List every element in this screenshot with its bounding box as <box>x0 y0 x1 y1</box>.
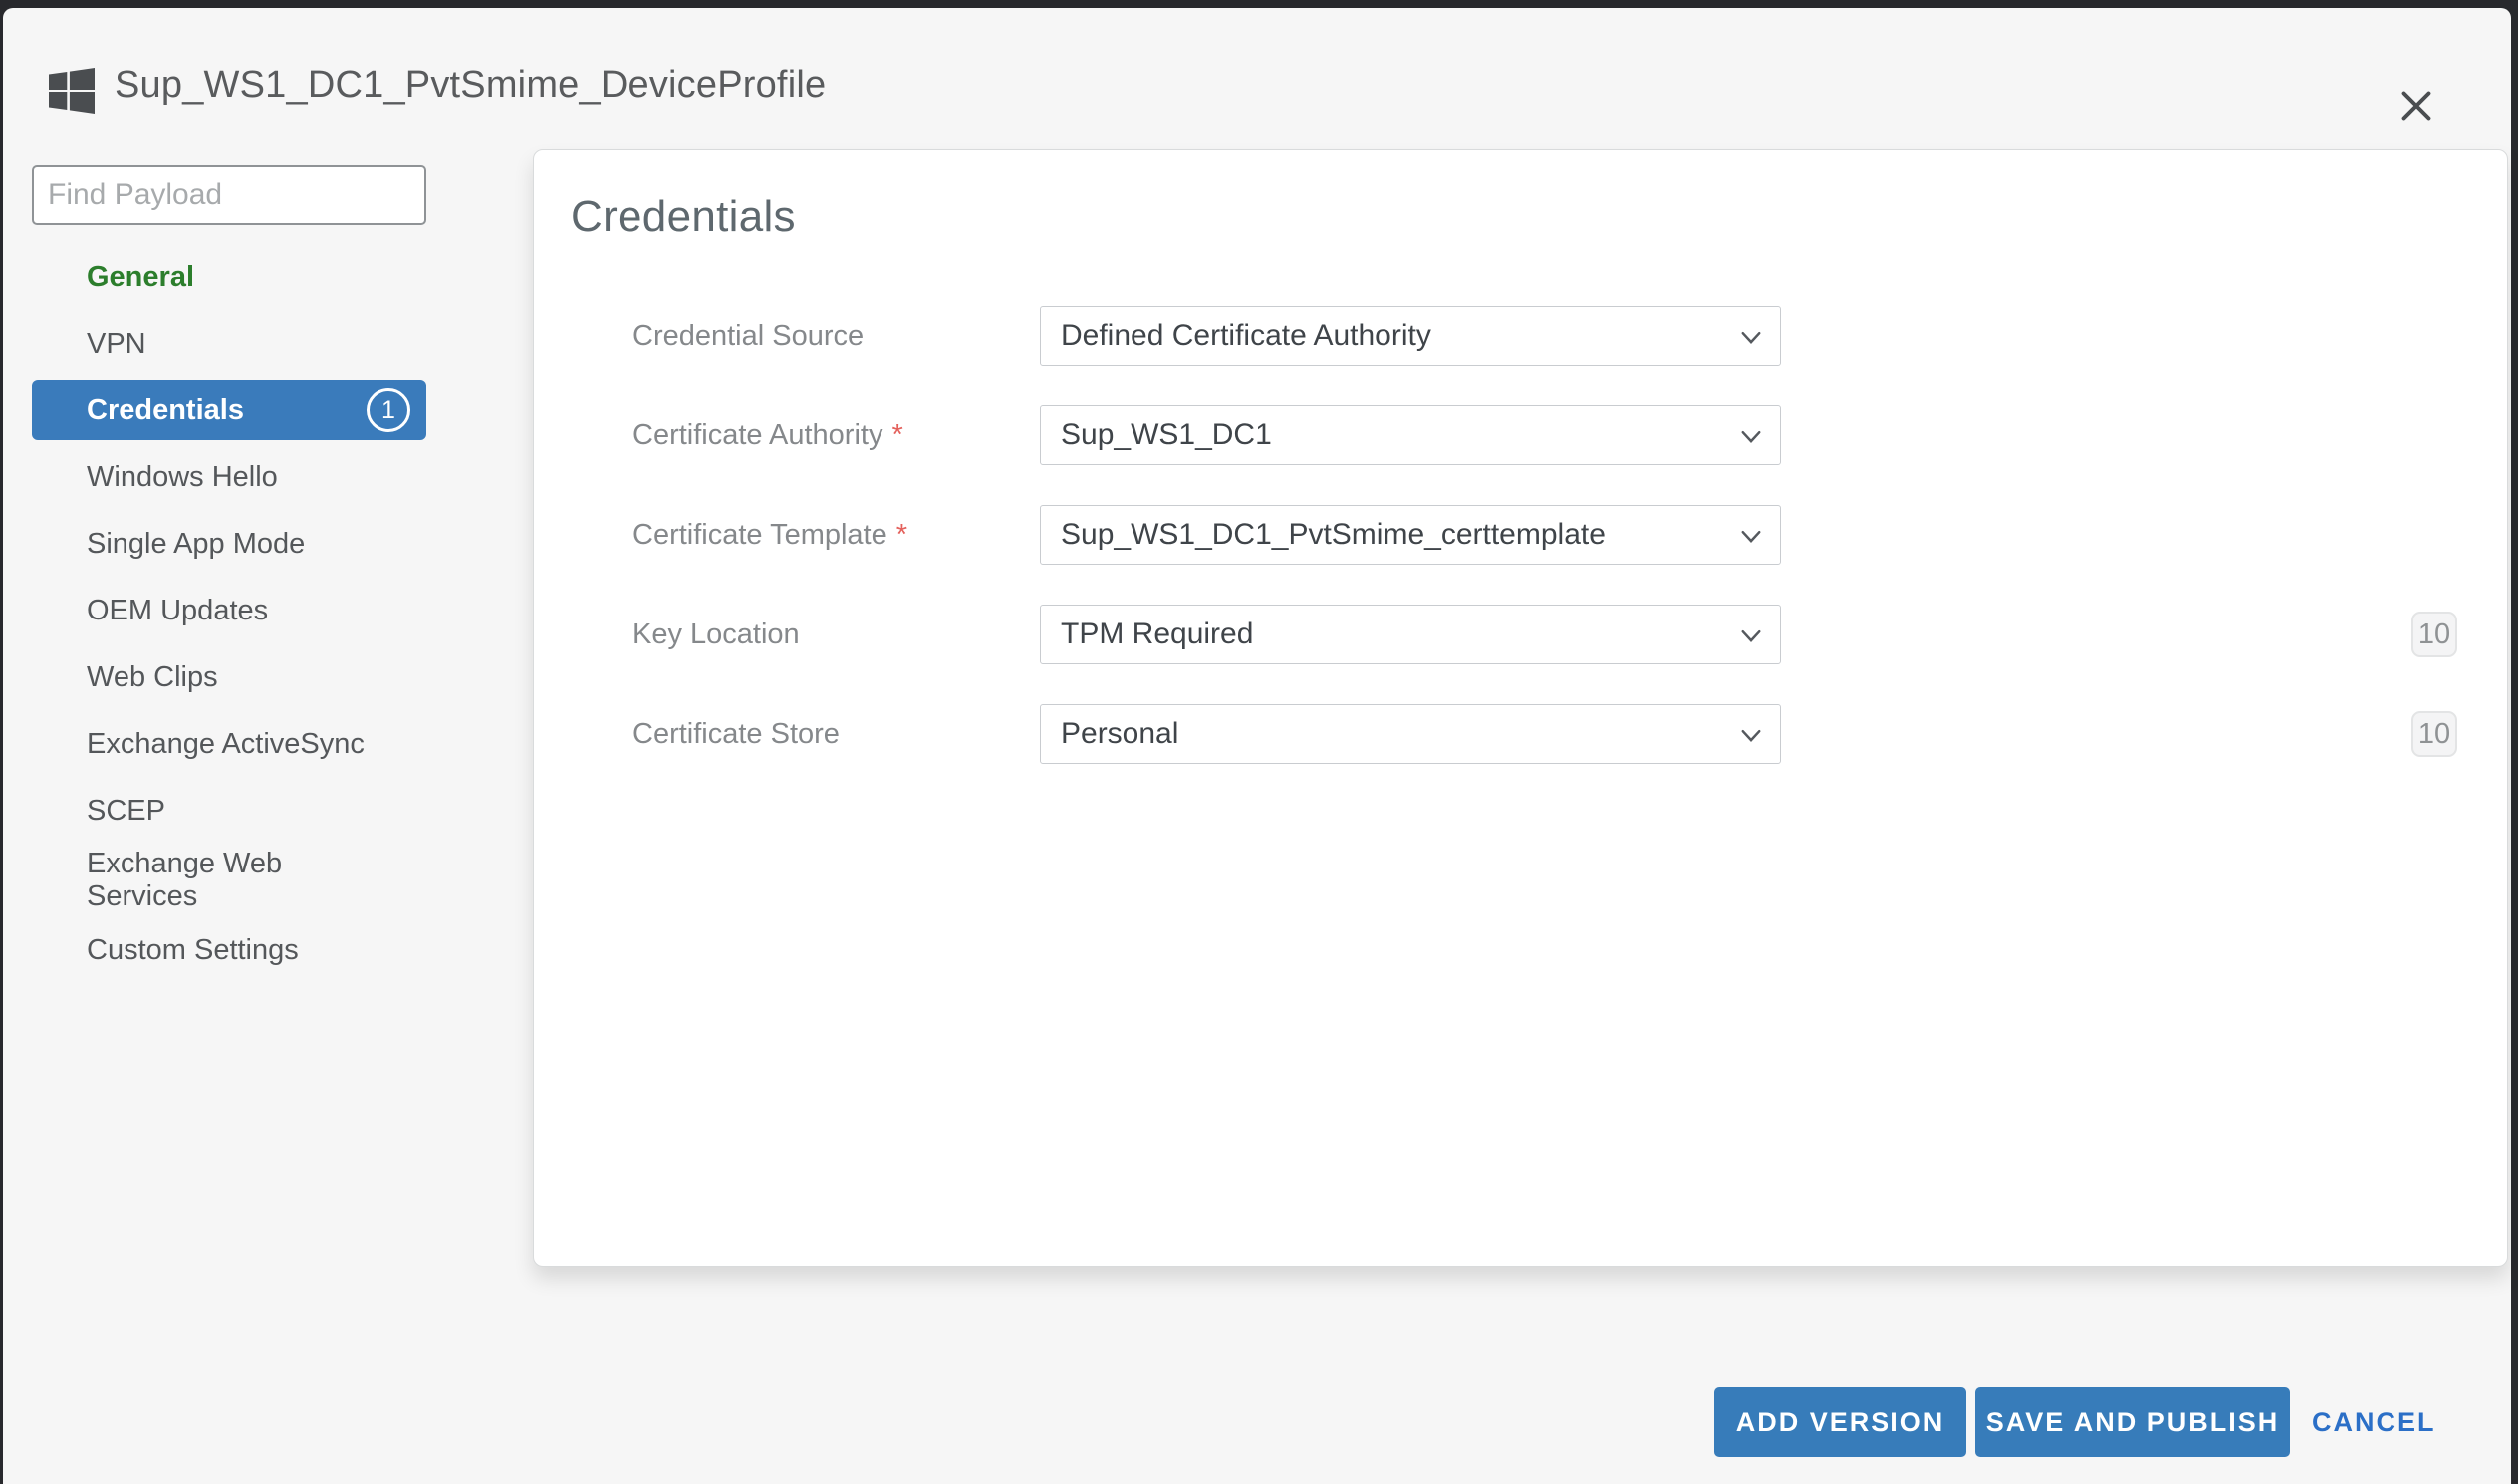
chevron-down-icon <box>1740 430 1762 444</box>
add-version-button[interactable]: ADD VERSION <box>1714 1387 1966 1457</box>
credentials-form: Credential Source* Defined Certificate A… <box>534 306 2507 804</box>
sidebar-item-label: OEM Updates <box>87 595 268 627</box>
credentials-panel: Credentials Credential Source* Defined C… <box>533 149 2508 1267</box>
sidebar-item-label: General <box>87 261 194 294</box>
device-profile-dialog: Sup_WS1_DC1_PvtSmime_DeviceProfile Gener… <box>3 8 2511 1484</box>
form-row-certificate-authority: Certificate Authority* Sup_WS1_DC1 <box>534 405 2507 505</box>
save-and-publish-button[interactable]: SAVE AND PUBLISH <box>1975 1387 2290 1457</box>
select-value: Personal <box>1061 717 1178 751</box>
chevron-down-icon <box>1740 530 1762 544</box>
panel-heading: Credentials <box>571 192 2507 242</box>
required-asterisk: * <box>891 419 902 451</box>
form-row-certificate-store: Certificate Store* Personal 10 <box>534 704 2507 804</box>
select-value: TPM Required <box>1061 618 1253 651</box>
field-label: Certificate Store* <box>632 704 840 764</box>
chevron-down-icon <box>1740 729 1762 743</box>
certificate-authority-select[interactable]: Sup_WS1_DC1 <box>1040 405 1781 465</box>
field-label: Credential Source* <box>632 306 864 366</box>
sidebar-item-oem-updates[interactable]: OEM Updates <box>32 581 426 640</box>
sidebar-item-label: Single App Mode <box>87 528 305 561</box>
sidebar-item-label: SCEP <box>87 795 165 828</box>
payload-sidebar: General VPN Credentials 1 Windows Hello … <box>32 165 426 987</box>
select-value: Sup_WS1_DC1_PvtSmime_certtemplate <box>1061 518 1606 552</box>
sidebar-item-label: Exchange Web Services <box>87 848 374 913</box>
chevron-down-icon <box>1740 331 1762 345</box>
payload-search-input[interactable] <box>32 165 426 225</box>
field-label: Key Location* <box>632 605 800 664</box>
field-label: Certificate Authority* <box>632 405 903 465</box>
key-location-select[interactable]: TPM Required <box>1040 605 1781 664</box>
sidebar-item-web-clips[interactable]: Web Clips <box>32 647 426 707</box>
sidebar-item-label: Windows Hello <box>87 461 278 494</box>
form-row-credential-source: Credential Source* Defined Certificate A… <box>534 306 2507 405</box>
field-label: Certificate Template* <box>632 505 907 565</box>
stepper-value-badge: 10 <box>2411 711 2457 757</box>
dialog-title: Sup_WS1_DC1_PvtSmime_DeviceProfile <box>115 64 826 107</box>
form-row-certificate-template: Certificate Template* Sup_WS1_DC1_PvtSmi… <box>534 505 2507 605</box>
stepper-value-badge: 10 <box>2411 612 2457 657</box>
close-icon <box>2399 89 2433 123</box>
sidebar-item-exchange-activesync[interactable]: Exchange ActiveSync <box>32 714 426 774</box>
sidebar-item-credentials[interactable]: Credentials 1 <box>32 380 426 440</box>
sidebar-item-label: Exchange ActiveSync <box>87 728 365 761</box>
sidebar-item-single-app-mode[interactable]: Single App Mode <box>32 514 426 574</box>
sidebar-item-scep[interactable]: SCEP <box>32 781 426 841</box>
form-row-key-location: Key Location* TPM Required 10 <box>534 605 2507 704</box>
payload-count-badge: 1 <box>367 388 410 432</box>
cancel-button[interactable]: CANCEL <box>2312 1387 2436 1457</box>
sidebar-item-windows-hello[interactable]: Windows Hello <box>32 447 426 507</box>
windows-logo-icon <box>48 68 96 114</box>
required-asterisk: * <box>896 519 907 551</box>
select-value: Defined Certificate Authority <box>1061 319 1431 353</box>
chevron-down-icon <box>1740 629 1762 643</box>
sidebar-item-label: VPN <box>87 328 146 361</box>
credential-source-select[interactable]: Defined Certificate Authority <box>1040 306 1781 366</box>
select-value: Sup_WS1_DC1 <box>1061 418 1272 452</box>
close-button[interactable] <box>2392 80 2443 131</box>
payload-list: General VPN Credentials 1 Windows Hello … <box>32 247 426 980</box>
certificate-store-select[interactable]: Personal <box>1040 704 1781 764</box>
sidebar-item-label: Custom Settings <box>87 934 299 967</box>
sidebar-item-label: Credentials <box>87 394 244 427</box>
sidebar-item-vpn[interactable]: VPN <box>32 314 426 373</box>
sidebar-item-custom-settings[interactable]: Custom Settings <box>32 920 426 980</box>
certificate-template-select[interactable]: Sup_WS1_DC1_PvtSmime_certtemplate <box>1040 505 1781 565</box>
sidebar-item-general[interactable]: General <box>32 247 426 307</box>
sidebar-item-exchange-web-services[interactable]: Exchange Web Services <box>32 848 426 913</box>
sidebar-item-label: Web Clips <box>87 661 218 694</box>
